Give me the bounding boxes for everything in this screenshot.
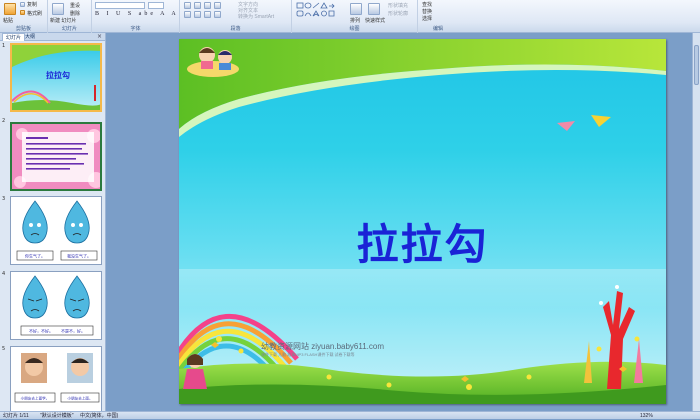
font-name-select[interactable] (95, 2, 145, 9)
font-group: B I U S abe A A 字体 (92, 0, 180, 33)
current-slide[interactable]: 拉拉勾 幼教资源网站 ziyuan.baby611.com 课件下载 儿歌 故事… (179, 39, 666, 404)
clipboard-group: 粘贴 复制 格式刷 剪贴板 (0, 0, 48, 33)
thumbnail-caption: 小朋友去上面。 (67, 396, 92, 401)
watermark-subtext: 课件下载 儿歌 故事MP3 FLASH课件下载 试卷下载等 (261, 352, 355, 357)
drawing-group-label: 绘图 (349, 26, 360, 32)
tab-outline[interactable]: 大纲 (22, 33, 38, 41)
quick-styles-button[interactable]: 快速样式 (365, 17, 385, 24)
status-bar: 幻灯片 1/11 "默认设计模板" 中文(简体，中国) 132% (0, 411, 700, 419)
copy-button[interactable]: 复制 (27, 1, 37, 8)
shape-fill-button[interactable]: 形状填充 (388, 2, 408, 9)
thumbnail-image[interactable]: 你生气了。 我没生气了。 (10, 196, 102, 265)
drawing-group: 排列 快速样式 形状填充 形状轮廓 绘图 (292, 0, 418, 33)
numbering-icon[interactable] (194, 2, 201, 9)
format-painter-button[interactable]: 格式刷 (27, 10, 42, 17)
increase-indent-icon[interactable] (214, 2, 221, 9)
font-size-select[interactable] (148, 2, 164, 9)
clipboard-group-label: 剪贴板 (15, 26, 31, 32)
slide-number: 1 (2, 43, 6, 49)
thumbnail-image[interactable] (10, 122, 102, 191)
close-icon[interactable]: × (97, 33, 102, 41)
copy-icon[interactable] (20, 2, 25, 7)
select-button[interactable]: 选择 (422, 15, 432, 22)
font-format-buttons[interactable]: B I U S abe A A (95, 11, 179, 17)
thumbnail-image[interactable]: 小朋友去上面学。 小朋友去上面。 (10, 346, 102, 411)
bullets-icon[interactable] (184, 2, 191, 9)
paragraph-group: 文字方向 对齐文本 转换为 SmartArt 段落 (180, 0, 292, 33)
ribbon: 粘贴 复制 格式刷 剪贴板 新建 幻灯片 重设 删除 幻灯片 B I U S a… (0, 0, 700, 33)
paste-button[interactable]: 粘贴 (3, 17, 13, 24)
thumbnail-caption: 不是不，好。 (61, 328, 85, 334)
new-slide-icon[interactable] (52, 3, 64, 15)
align-left-icon[interactable] (184, 11, 191, 18)
arrange-icon[interactable] (350, 3, 362, 15)
watermark-text: 幼教资源网站 ziyuan.baby611.com (261, 342, 385, 351)
thumbnail-caption: 不好，不好。 (29, 328, 53, 334)
editing-group-label: 编辑 (432, 26, 443, 32)
decrease-indent-icon[interactable] (204, 2, 211, 9)
quick-styles-icon[interactable] (368, 3, 380, 15)
shapes-gallery[interactable] (296, 2, 348, 20)
align-right-icon[interactable] (204, 11, 211, 18)
pane-tabs: 幻灯片 大纲 × (0, 33, 105, 41)
vertical-scrollbar[interactable] (692, 33, 700, 411)
slide-number: 2 (2, 118, 6, 124)
slide-number: 3 (2, 196, 6, 202)
thumbnail-caption: 你生气了。 (25, 253, 45, 259)
thumbnail-image[interactable]: 不好，不好。 不是不，好。 (10, 271, 102, 340)
justify-icon[interactable] (214, 11, 221, 18)
slides-group-label: 幻灯片 (61, 26, 77, 32)
arrange-button[interactable]: 排列 (350, 17, 360, 24)
font-group-label: 字体 (130, 26, 141, 32)
editing-group: 查找 替换 选择 编辑 (418, 0, 458, 33)
paragraph-group-label: 段落 (230, 26, 241, 32)
slides-group: 新建 幻灯片 重设 删除 幻灯片 (48, 0, 92, 33)
scrollbar-thumb[interactable] (694, 45, 699, 85)
format-painter-icon[interactable] (20, 10, 25, 15)
paste-icon[interactable] (4, 3, 16, 15)
replace-button[interactable]: 替换 (422, 8, 432, 15)
new-slide-button[interactable]: 新建 幻灯片 (50, 17, 76, 24)
shape-outline-button[interactable]: 形状轮廓 (388, 10, 408, 17)
thumbnail-caption: 我没生气了。 (67, 253, 91, 259)
thumbnail-caption: 小朋友去上面学。 (21, 396, 50, 401)
thumbnail-title: 拉拉勾 (46, 70, 70, 80)
convert-smartart-button[interactable]: 转换为 SmartArt (238, 13, 274, 20)
slide-title[interactable]: 拉拉勾 (179, 211, 666, 272)
delete-button[interactable]: 删除 (70, 10, 80, 17)
slide-number: 4 (2, 271, 6, 277)
reset-button[interactable]: 重设 (70, 2, 80, 9)
align-center-icon[interactable] (194, 11, 201, 18)
slide-number: 5 (2, 346, 6, 352)
slides-pane: 幻灯片 大纲 × 1 拉拉勾 2 3 你生气了。 我没生气了。 4 不好，不好。… (0, 33, 106, 411)
thumbnail-image[interactable]: 拉拉勾 (10, 43, 102, 112)
find-button[interactable]: 查找 (422, 1, 432, 8)
